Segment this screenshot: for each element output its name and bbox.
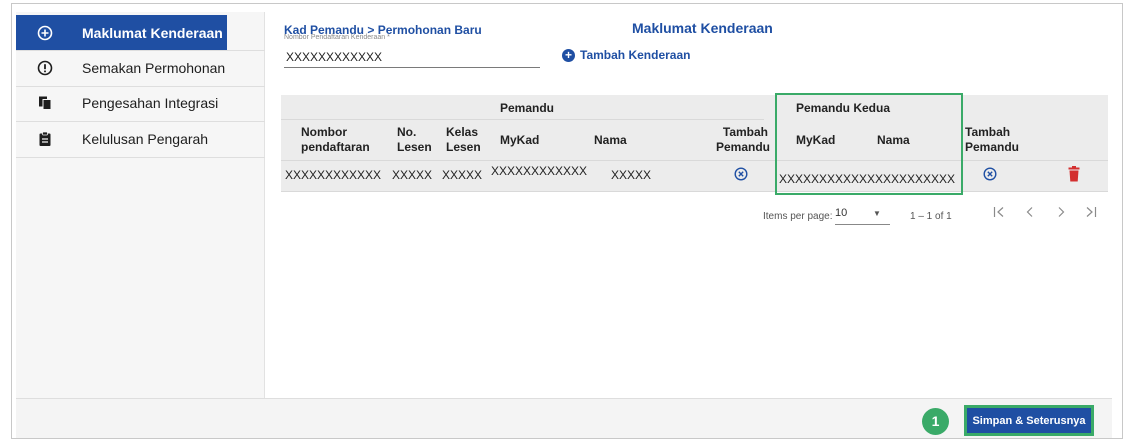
caret-down-icon: ▼ [873, 209, 881, 218]
first-page-icon [993, 207, 1004, 217]
last-page-icon [1086, 207, 1097, 217]
sidebar-item-kelulusan-pengarah[interactable]: Kelulusan Pengarah [16, 121, 265, 157]
plus-icon: + [562, 48, 575, 62]
delete-button[interactable] [1068, 166, 1080, 187]
vehicle-number-label: Nombor Pendaftaran Kenderaan * [284, 34, 390, 41]
column-group-pemandu: Pemandu [500, 101, 555, 115]
cell-no-lesen: XXXXX [392, 168, 433, 182]
cell-kelas-lesen: XXXXX [442, 168, 483, 182]
trash-icon [1068, 166, 1080, 182]
column-header-nama: Nama [594, 133, 627, 147]
save-and-continue-button[interactable]: Simpan & Seterusnya [964, 405, 1094, 436]
cell-mykad: XXXXXXXXXXXX [491, 164, 588, 178]
pemandu-kedua-highlight [775, 93, 963, 195]
plus-circle-icon [36, 24, 54, 42]
divider [281, 191, 1108, 192]
divider [16, 157, 265, 158]
sidebar-item-pengesahan-integrasi[interactable]: Pengesahan Integrasi [16, 85, 265, 121]
add-vehicle-button[interactable]: + Tambah Kenderaan [562, 48, 690, 62]
page-title: Maklumat Kenderaan [632, 20, 773, 36]
column-header-mykad: MyKad [500, 133, 540, 147]
divider [281, 160, 1108, 161]
clipboard-icon [36, 130, 54, 148]
divider [281, 119, 764, 120]
sidebar-item-maklumat-kenderaan[interactable]: Maklumat Kenderaan [16, 15, 227, 51]
sidebar-item-label: Kelulusan Pengarah [82, 131, 209, 147]
add-driver-button[interactable] [734, 167, 748, 186]
sidebar: Maklumat Kenderaan Semakan Permohonan Pe… [16, 12, 265, 398]
last-page-button[interactable] [1084, 205, 1098, 224]
cell-nama: XXXXX [611, 168, 652, 182]
copy-pages-icon [36, 94, 54, 112]
sidebar-item-label: Maklumat Kenderaan [82, 25, 223, 41]
column-header-nombor-pendaftaran: Nombor pendaftaran [301, 125, 370, 154]
previous-page-button[interactable] [1023, 205, 1037, 224]
vehicle-number-input[interactable] [284, 46, 540, 68]
add-driver-button-2[interactable] [983, 167, 997, 186]
sidebar-item-semakan-permohonan[interactable]: Semakan Permohonan [16, 50, 265, 86]
step-badge: 1 [922, 408, 949, 435]
items-per-page-select[interactable]: 10 ▼ [835, 207, 890, 225]
column-header-no-lesen: No. Lesen [397, 125, 432, 154]
chevron-right-icon [1058, 207, 1065, 217]
column-header-tambah-pemandu: Tambah Pemandu [716, 125, 771, 154]
chevron-left-icon [1026, 207, 1033, 217]
close-circle-icon [983, 167, 997, 181]
cell-nombor-pendaftaran: XXXXXXXXXXXX [285, 168, 382, 182]
items-per-page-value: 10 [835, 207, 848, 219]
sidebar-item-label: Pengesahan Integrasi [82, 95, 219, 111]
column-header-kelas-lesen: Kelas Lesen [446, 125, 481, 154]
pager-range: 1 – 1 of 1 [910, 211, 952, 222]
close-circle-icon [734, 167, 748, 181]
items-per-page-label: Items per page: [763, 211, 833, 222]
alert-circle-icon [36, 59, 54, 77]
first-page-button[interactable] [992, 205, 1006, 224]
add-vehicle-label: Tambah Kenderaan [580, 48, 691, 62]
column-header-tambah-pemandu-2: Tambah Pemandu [965, 125, 1020, 154]
sidebar-item-label: Semakan Permohonan [82, 60, 226, 76]
next-page-button[interactable] [1054, 205, 1068, 224]
